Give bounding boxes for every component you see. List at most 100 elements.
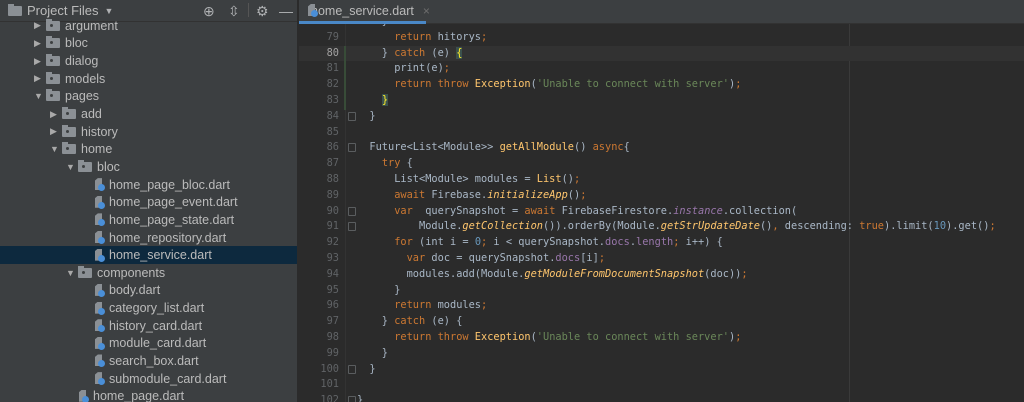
tree-item[interactable]: ▶add [0, 105, 298, 123]
folder-icon [62, 144, 76, 154]
code-token: getAllModule [500, 141, 574, 153]
tree-item[interactable]: submodule_card.dart [0, 370, 298, 388]
expanded-arrow-icon[interactable]: ▼ [50, 144, 62, 154]
code-token: (e) [425, 47, 456, 59]
code-token: modules [431, 299, 481, 311]
tree-item[interactable]: search_box.dart [0, 352, 298, 370]
code-text: } [357, 346, 388, 362]
folder-icon [46, 21, 60, 31]
tree-item-label: category_list.dart [109, 301, 204, 315]
code-line: 79 return hitorys; [299, 30, 1024, 46]
collapsed-arrow-icon[interactable]: ▶ [34, 73, 46, 84]
tree-item-label: home_page_bloc.dart [109, 178, 230, 192]
code-token: await [524, 205, 555, 217]
line-number: 100 [299, 362, 339, 378]
expanded-arrow-icon[interactable]: ▼ [66, 162, 78, 172]
tree-item[interactable]: category_list.dart [0, 299, 298, 317]
line-number: 86 [299, 140, 339, 156]
expanded-arrow-icon[interactable]: ▼ [66, 268, 78, 278]
code-token: await [394, 189, 425, 201]
code-line: 97 } catch (e) { [299, 314, 1024, 330]
tree-item[interactable]: home_repository.dart [0, 229, 298, 247]
code-token: doc = querySnapshot. [425, 252, 555, 264]
code-token: modules.add(Module. [357, 268, 524, 280]
code-line: 86 Future<List<Module>> getAllModule() a… [299, 140, 1024, 156]
code-token: Exception [475, 78, 531, 90]
code-text: } catch (e) { [357, 314, 462, 330]
tree-item[interactable]: ▶ argument [0, 17, 298, 35]
close-tab-icon[interactable]: × [423, 4, 430, 18]
code-token: getStrUpdateDate [661, 220, 760, 232]
chevron-down-icon[interactable]: ▼ [105, 6, 114, 16]
tree-item[interactable]: ▶dialog [0, 52, 298, 70]
expanded-arrow-icon[interactable]: ▼ [34, 91, 46, 101]
tree-item[interactable]: history_card.dart [0, 317, 298, 335]
tree-item[interactable]: ▶history [0, 123, 298, 141]
fold-marker-icon[interactable] [348, 396, 356, 402]
tree-item-label: home_page.dart [93, 389, 184, 402]
tree-item[interactable]: home_page_event.dart [0, 193, 298, 211]
tree-item-label: module_card.dart [109, 336, 206, 350]
tree-item[interactable]: home_service.dart [0, 246, 298, 264]
fold-marker-icon[interactable] [348, 365, 356, 374]
code-token: try [382, 157, 401, 169]
fold-marker-icon[interactable] [348, 112, 356, 121]
code-token [357, 236, 394, 248]
vcs-change-marker[interactable] [344, 46, 346, 110]
collapsed-arrow-icon[interactable]: ▶ [34, 20, 46, 31]
collapsed-arrow-icon[interactable]: ▶ [34, 38, 46, 49]
tree-item-label: argument [65, 19, 118, 33]
code-line: 88 List<Module> modules = List(); [299, 172, 1024, 188]
collapsed-arrow-icon[interactable]: ▶ [34, 56, 46, 67]
tree-item[interactable]: body.dart [0, 282, 298, 300]
code-text: } [357, 283, 400, 299]
dart-file-icon [94, 213, 105, 226]
code-line: 83 } [299, 93, 1024, 109]
code-token: ; [989, 220, 995, 232]
code-token: , [772, 220, 784, 232]
folder-icon [46, 74, 60, 84]
code-text: } [357, 93, 388, 109]
tree-item[interactable]: ▶models [0, 70, 298, 88]
line-number: 96 [299, 298, 339, 314]
code-token: getModuleFromDocumentSnapshot [524, 268, 704, 280]
folder-icon [46, 56, 60, 66]
code-text: try { [357, 156, 413, 172]
code-token: Future<List<Module>> [357, 141, 500, 153]
code-token: querySnapshot = [413, 205, 525, 217]
fold-marker-icon[interactable] [348, 143, 356, 152]
tree-item[interactable]: home_page_bloc.dart [0, 176, 298, 194]
fold-marker-icon[interactable] [348, 207, 356, 216]
line-number: 87 [299, 156, 339, 172]
tree-item[interactable]: ▼pages [0, 88, 298, 106]
code-token: ).limit( [884, 220, 934, 232]
code-token: hitorys [431, 31, 481, 43]
folder-icon [78, 268, 92, 278]
code-token [357, 31, 394, 43]
tree-item-label: submodule_card.dart [109, 372, 226, 386]
collapsed-arrow-icon[interactable]: ▶ [50, 109, 62, 120]
code-token: ; [580, 189, 586, 201]
code-text: modules.add(Module.getModuleFromDocument… [357, 267, 748, 283]
collapsed-arrow-icon[interactable]: ▶ [50, 126, 62, 137]
fold-marker-icon[interactable] [348, 222, 356, 231]
tree-item[interactable]: ▼home [0, 140, 298, 158]
tree-item[interactable]: home_page_state.dart [0, 211, 298, 229]
tree-item[interactable]: module_card.dart [0, 335, 298, 353]
tree-item[interactable]: home_page.dart [0, 387, 298, 402]
dart-file-icon [94, 196, 105, 209]
code-text: } catch (e) { [357, 46, 462, 62]
code-editor[interactable]: 78 }79 return hitorys;80 } catch (e) {81… [299, 24, 1024, 402]
tree-item[interactable]: ▼bloc [0, 158, 298, 176]
code-token: docs [555, 252, 580, 264]
tree-item-label: search_box.dart [109, 354, 199, 368]
folder-icon [46, 91, 60, 101]
code-line: 87 try { [299, 156, 1024, 172]
tree-item[interactable]: ▶bloc [0, 35, 298, 53]
code-token: ()).orderBy(Module. [543, 220, 661, 232]
tab-label: home_service.dart [311, 4, 414, 18]
tree-item[interactable]: ▼components [0, 264, 298, 282]
line-number: 92 [299, 235, 339, 251]
project-view-selector[interactable]: Project Files [27, 3, 99, 18]
tab-home-service[interactable]: home_service.dart × [299, 0, 426, 24]
